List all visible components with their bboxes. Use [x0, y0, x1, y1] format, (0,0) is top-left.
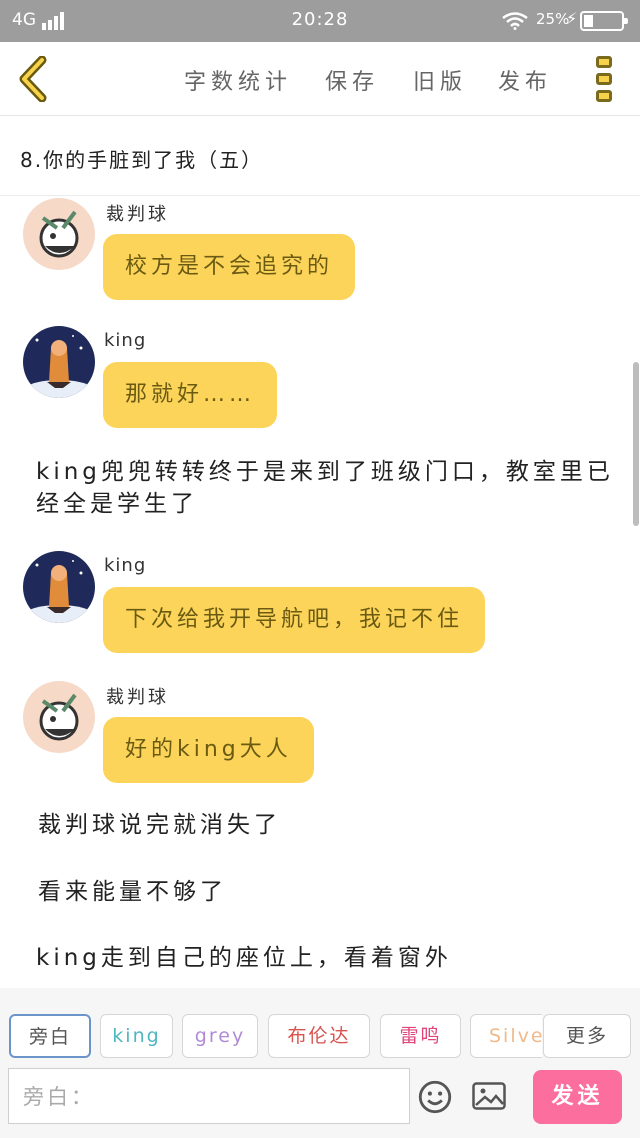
- chapter-header: 8.你的手脏到了我（五）: [0, 116, 640, 196]
- speaker-name: king: [104, 330, 147, 351]
- back-arrow-icon[interactable]: [14, 56, 54, 102]
- editor-toolbar: 字数统计 保存 旧版 发布: [0, 42, 640, 116]
- battery-icon: [580, 11, 628, 31]
- role-label: grey: [194, 1025, 246, 1047]
- charging-icon: ⚡: [566, 9, 578, 28]
- role-label: king: [112, 1025, 161, 1047]
- story-content[interactable]: 裁判球 校方是不会追究的 king 那就好…… king兜兜转转终于是来到了班级…: [0, 196, 640, 988]
- chapter-title[interactable]: 8.你的手脏到了我（五）: [20, 144, 263, 173]
- speaker-name: 裁判球: [106, 204, 169, 225]
- role-chip-narrator[interactable]: 旁白: [9, 1014, 91, 1058]
- more-menu-icon[interactable]: [596, 56, 614, 104]
- referee-avatar-icon[interactable]: [23, 198, 95, 270]
- wifi-icon: [502, 12, 528, 30]
- referee-avatar-icon[interactable]: [23, 681, 95, 753]
- narration-text[interactable]: king走到自己的座位上，看着窗外: [36, 942, 452, 974]
- role-label: 雷鸣: [399, 1025, 442, 1047]
- role-label: 旁白: [28, 1026, 71, 1048]
- role-chip-king[interactable]: king: [100, 1014, 173, 1058]
- more-roles-button[interactable]: 更多: [543, 1014, 631, 1058]
- narration-text[interactable]: king兜兜转转终于是来到了班级门口，教室里已经全是学生了: [36, 456, 616, 520]
- role-label: Silver: [489, 1025, 542, 1047]
- role-chip-brenda[interactable]: 布伦达: [268, 1014, 370, 1058]
- publish-button[interactable]: 发布: [498, 64, 552, 96]
- dialogue-bubble[interactable]: 那就好……: [103, 362, 278, 428]
- image-icon[interactable]: [472, 1082, 506, 1110]
- status-bar: 4G 20:28 25% ⚡: [0, 0, 640, 42]
- word-count-button[interactable]: 字数统计: [184, 64, 292, 96]
- save-button[interactable]: 保存: [325, 64, 379, 96]
- battery-percent: 25%: [536, 10, 570, 28]
- king-avatar-icon[interactable]: [23, 551, 95, 623]
- compose-panel: 旁白 king grey 布伦达 雷鸣 Silver 更多 旁白： 发送: [0, 988, 640, 1138]
- scrollbar[interactable]: [633, 362, 639, 526]
- dialogue-bubble[interactable]: 校方是不会追究的: [103, 234, 356, 300]
- role-chip-silver[interactable]: Silver: [470, 1014, 542, 1058]
- role-chip-leiming[interactable]: 雷鸣: [380, 1014, 461, 1058]
- speaker-name: 裁判球: [106, 687, 169, 708]
- send-button[interactable]: 发送: [533, 1070, 622, 1124]
- dialogue-bubble[interactable]: 好的king大人: [103, 717, 314, 783]
- message-input[interactable]: 旁白：: [8, 1068, 410, 1124]
- role-label: 布伦达: [287, 1025, 351, 1047]
- speaker-name: king: [104, 555, 147, 576]
- king-avatar-icon[interactable]: [23, 326, 95, 398]
- role-chip-grey[interactable]: grey: [182, 1014, 258, 1058]
- old-version-button[interactable]: 旧版: [413, 64, 467, 96]
- dialogue-bubble[interactable]: 下次给我开导航吧，我记不住: [103, 587, 486, 653]
- narration-text[interactable]: 看来能量不够了: [38, 876, 227, 908]
- narration-text[interactable]: 裁判球说完就消失了: [38, 809, 281, 841]
- emoji-icon[interactable]: [418, 1080, 452, 1114]
